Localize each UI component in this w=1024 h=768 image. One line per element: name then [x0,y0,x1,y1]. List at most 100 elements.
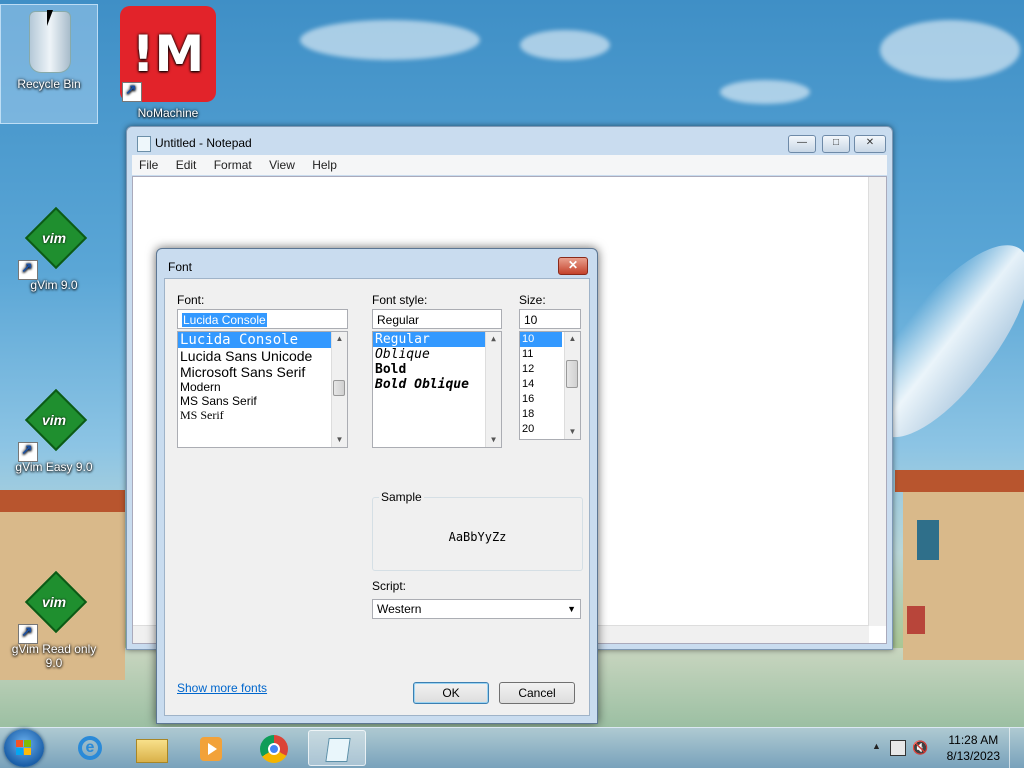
font-list-item[interactable]: MS Serif [178,408,347,423]
shortcut-arrow-icon [122,81,142,102]
shortcut-arrow-icon [18,441,38,462]
menu-edit[interactable]: Edit [169,155,204,175]
windows-logo-icon [16,740,32,756]
desktop-icon-label: gVim Easy 9.0 [15,460,93,474]
desktop-icon-label: Recycle Bin [17,77,81,91]
show-more-fonts-link[interactable]: Show more fonts [177,681,267,695]
clock-date: 8/13/2023 [946,749,1000,763]
font-style-item[interactable]: Regular [373,332,501,347]
desktop-icon-label: gVim 9.0 [30,278,78,292]
network-icon[interactable] [890,740,906,756]
mouse-cursor-icon [47,10,53,26]
house-right [895,470,1024,660]
cancel-button[interactable]: Cancel [499,682,575,704]
font-style-label: Font style: [372,293,428,307]
dialog-close-button[interactable]: ✕ [558,257,588,275]
font-list-item[interactable]: Modern [178,380,347,394]
start-button[interactable] [4,729,44,767]
sample-label: Sample [379,490,424,504]
clock-time: 11:28 AM [948,733,999,747]
scroll-thumb[interactable] [333,380,345,396]
dialog-body: Font: Lucida Console Lucida Console Luci… [164,278,590,716]
scroll-up-icon[interactable]: ▲ [565,332,580,346]
internet-explorer-button[interactable]: e [62,730,118,766]
script-label: Script: [372,579,407,593]
vim-icon-text: vim [42,230,67,246]
font-dialog[interactable]: Font ✕ Font: Lucida Console Lucida Conso… [156,248,598,724]
cloud [520,30,610,60]
taskbar: e ▲ 🔇 11:28 AM 8/13/2023 [0,727,1024,768]
vim-icon-text: vim [42,412,67,428]
scroll-up-icon[interactable]: ▲ [486,332,501,346]
font-label: Font: [177,293,205,307]
menu-help[interactable]: Help [305,155,344,175]
menu-format[interactable]: Format [207,155,259,175]
menu-bar: File Edit Format View Help [132,155,887,175]
media-player-icon [200,737,222,761]
font-style-input[interactable]: Regular [372,309,502,329]
sample-group: Sample AaBbYyZz [372,490,583,571]
system-tray: ▲ 🔇 11:28 AM 8/13/2023 [864,728,1024,768]
menu-file[interactable]: File [132,155,165,175]
minimize-button[interactable]: — [788,135,816,153]
desktop-icon-label: gVim Read only 9.0 [11,642,97,670]
font-style-item[interactable]: Bold Oblique [373,377,501,392]
internet-explorer-icon: e [78,736,102,760]
script-value: Western [377,602,422,616]
file-explorer-button[interactable] [122,730,178,766]
font-list-scrollbar[interactable]: ▲ ▼ [331,332,347,447]
file-explorer-icon [136,739,168,763]
ok-button[interactable]: OK [413,682,489,704]
vertical-scrollbar[interactable] [868,177,886,626]
chevron-down-icon: ▼ [567,604,576,614]
shortcut-arrow-icon [18,623,38,644]
menu-view[interactable]: View [262,155,302,175]
notepad-taskbar-button[interactable] [308,730,366,766]
font-list-item[interactable]: Microsoft Sans Serif [178,364,347,380]
notepad-icon [137,136,151,152]
chrome-button[interactable] [246,730,302,766]
desktop-icon-label: NoMachine [137,106,199,120]
shortcut-arrow-icon [18,259,38,280]
dialog-title: Font [168,260,193,274]
script-select[interactable]: Western ▼ [372,599,581,619]
scroll-thumb[interactable] [566,360,578,388]
size-label: Size: [519,293,546,307]
clock[interactable]: 11:28 AM 8/13/2023 [947,732,1000,764]
size-list[interactable]: 10 11 12 14 16 18 20 ▲ ▼ [519,331,581,440]
desktop-icon-nomachine[interactable]: !M NoMachine [120,6,216,120]
sample-text: AaBbYyZz [448,530,507,544]
font-style-list[interactable]: Regular Oblique Bold Bold Oblique ▲ ▼ [372,331,502,448]
scroll-down-icon[interactable]: ▼ [332,433,347,447]
size-item[interactable]: 10 [520,332,562,347]
font-style-item[interactable]: Bold [373,362,501,377]
close-button[interactable]: ✕ [854,135,886,153]
font-name-input[interactable]: Lucida Console [177,309,348,329]
desktop-icon-gvim-easy[interactable]: vim gVim Easy 9.0 [6,388,102,474]
scroll-down-icon[interactable]: ▼ [565,425,580,439]
cloud [300,20,480,60]
chrome-icon [260,735,288,763]
font-list-item[interactable]: MS Sans Serif [178,394,347,408]
volume-muted-icon[interactable]: 🔇 [912,740,928,756]
font-list-item[interactable]: Lucida Sans Unicode [178,348,347,364]
show-desktop-button[interactable] [1009,728,1024,768]
cloud [880,20,1020,80]
font-list[interactable]: Lucida Console Lucida Sans Unicode Micro… [177,331,348,448]
font-name-value: Lucida Console [182,313,267,327]
size-input[interactable]: 10 [519,309,581,329]
desktop-icon-gvim-read-only[interactable]: vim gVim Read only 9.0 [6,570,102,670]
vim-icon-text: vim [42,594,67,610]
notepad-icon [325,738,351,762]
font-style-item[interactable]: Oblique [373,347,501,362]
scroll-up-icon[interactable]: ▲ [332,332,347,346]
window-title: Untitled - Notepad [155,136,252,150]
media-player-button[interactable] [182,730,238,766]
font-style-scrollbar[interactable]: ▲ ▼ [485,332,501,447]
font-list-item[interactable]: Lucida Console [178,332,347,348]
size-list-scrollbar[interactable]: ▲ ▼ [564,332,580,439]
desktop-icon-gvim[interactable]: vim gVim 9.0 [6,206,102,292]
scroll-down-icon[interactable]: ▼ [486,433,501,447]
maximize-button[interactable]: □ [822,135,850,153]
show-hidden-icons-icon[interactable]: ▲ [872,741,881,751]
